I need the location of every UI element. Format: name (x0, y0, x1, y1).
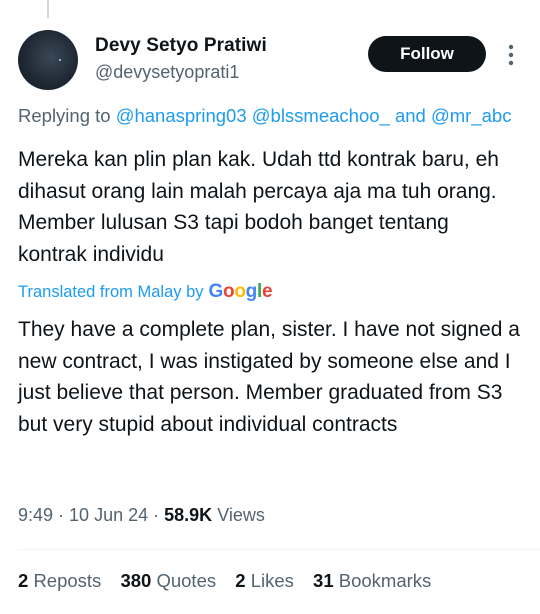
bookmarks-label: Bookmarks (338, 570, 432, 591)
quotes-stat[interactable]: 380 Quotes (120, 570, 216, 591)
tweet-date[interactable]: 10 Jun 24 (69, 505, 148, 525)
replying-to-label: Replying to (18, 105, 111, 126)
mention-link[interactable]: @hanaspring03 (116, 105, 247, 126)
translated-from-label: Translated from Malay by (18, 282, 204, 301)
views-label: Views (217, 505, 265, 525)
bookmarks-stat[interactable]: 31 Bookmarks (313, 570, 431, 591)
quotes-label: Quotes (156, 570, 217, 591)
more-vertical-icon[interactable] (501, 40, 521, 70)
replying-to-line: Replying to @hanaspring03 @blssmeachoo_ … (18, 105, 511, 127)
divider (18, 549, 540, 550)
follow-button[interactable]: Follow (368, 36, 486, 72)
tweet-time[interactable]: 9:49 (18, 505, 53, 525)
mention-link[interactable]: @blssmeachoo_ (252, 105, 390, 126)
likes-label: Likes (250, 570, 294, 591)
mention-and-label: and (394, 105, 426, 126)
translated-from-link[interactable]: Translated from Malay by Google (18, 281, 273, 303)
reposts-count: 2 (18, 570, 29, 591)
google-logo-icon: Google (208, 281, 273, 302)
tweet-translation-text: They have a complete plan, sister. I hav… (18, 318, 520, 436)
author-name[interactable]: Devy Setyo Pratiwi (95, 35, 267, 57)
reposts-label: Reposts (33, 570, 102, 591)
tweet-timestamp: 9:49 · 10 Jun 24 · 58.9K Views (18, 505, 265, 525)
likes-count: 2 (235, 570, 246, 591)
reposts-stat[interactable]: 2 Reposts (18, 570, 101, 591)
engagement-stats: 2 Reposts 380 Quotes 2 Likes 31 Bookmark… (18, 570, 445, 592)
thread-connector-line (47, 0, 49, 18)
avatar[interactable] (18, 30, 78, 90)
bookmarks-count: 31 (313, 570, 334, 591)
likes-stat[interactable]: 2 Likes (235, 570, 294, 591)
mention-link[interactable]: @mr_abc (431, 105, 511, 126)
views-count: 58.9K (164, 505, 213, 525)
author-handle[interactable]: @devysetyoprati1 (95, 62, 239, 83)
quotes-count: 380 (120, 570, 152, 591)
tweet-original-text: Mereka kan plin plan kak. Udah ttd kontr… (18, 148, 499, 266)
